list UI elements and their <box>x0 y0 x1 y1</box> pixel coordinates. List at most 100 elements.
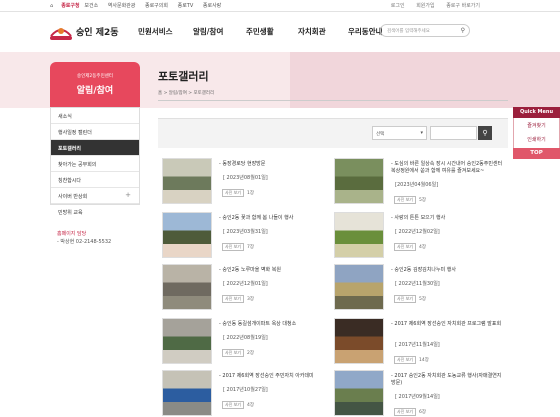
search-button[interactable]: ⚲ <box>478 126 492 140</box>
breadcrumb-current: 포토갤러리 <box>193 91 215 96</box>
view-photo-badge[interactable]: 사진 보기 <box>394 243 416 251</box>
view-photo-badge[interactable]: 사진 보기 <box>394 295 416 303</box>
photo-thumbnail[interactable] <box>162 264 212 310</box>
search-input[interactable]: 검색어를 입력해주세요 ⚲ <box>380 24 470 37</box>
gnb-item-0[interactable]: 민원서비스 <box>138 26 173 37</box>
util-link-1[interactable]: 보건소 <box>84 3 98 9</box>
util-link-4[interactable]: 종로TV <box>178 3 194 9</box>
gallery-date: [ 2023년08월01일] <box>223 175 268 181</box>
photo-count: 2장 <box>247 351 255 356</box>
bookmark-button[interactable]: 즐겨찾기 <box>513 121 560 132</box>
photo-thumbnail[interactable] <box>334 318 384 364</box>
photo-thumbnail[interactable] <box>334 264 384 310</box>
breadcrumb: 홈 > 알림/참여 > 포토갤러리 <box>158 91 215 96</box>
view-photo-badge[interactable]: 사진 보기 <box>222 295 244 303</box>
photo-thumbnail[interactable] <box>162 318 212 364</box>
sidebar-item-label: 찾아가는 공무회의 <box>58 162 97 168</box>
gallery-item[interactable]: - 동장경로당 현장방문 [ 2023년08월01일] 사진 보기 1장 <box>162 158 334 213</box>
gallery-title[interactable]: - 숭인2동 김장김치나누미 행사 <box>391 267 505 274</box>
gallery-item[interactable]: - 숭인2동 노루마을 벽화 복원 [ 2022년12월01일] 사진 보기 3장 <box>162 264 334 319</box>
keyword-input[interactable] <box>430 126 477 140</box>
gallery-title[interactable]: - 2017 제6회역 장선숭인 주민자치 아카데미 <box>219 373 333 380</box>
gallery-count: 사진 보기 4장 <box>222 401 254 409</box>
view-photo-badge[interactable]: 사진 보기 <box>222 349 244 357</box>
gnb-item-2[interactable]: 주민생활 <box>246 26 274 37</box>
sidebar-item-photo-gallery[interactable]: 포토갤러리 <box>51 140 139 156</box>
sidebar-header: 숭인제2동주민센터 알림/참여 <box>50 62 140 107</box>
view-photo-badge[interactable]: 사진 보기 <box>222 189 244 197</box>
chevron-down-icon: ▾ <box>420 130 423 136</box>
photo-thumbnail[interactable] <box>162 370 212 416</box>
gallery-title[interactable]: - 숭인2동 노루마을 벽화 복원 <box>219 267 333 274</box>
photo-thumbnail[interactable] <box>334 370 384 416</box>
photo-thumbnail[interactable] <box>162 212 212 258</box>
gallery-item[interactable]: - 2017 제6회역 장선숭인 주민자치 아카데미 [ 2017년10월27일]… <box>162 370 334 417</box>
gallery-date: [ 2017년11월14일] <box>395 342 440 348</box>
breadcrumb-home[interactable]: 홈 <box>158 91 162 96</box>
util-link-3[interactable]: 종로구의회 <box>145 3 168 9</box>
gallery-item[interactable]: - 도심의 바른 일상속 장시 시간내어 숭인2동주민센터 복상정원에서 쏟과 … <box>334 158 506 213</box>
sidebar-item-news[interactable]: 새소식 <box>51 108 139 124</box>
gallery-title[interactable]: - 동장경로당 현장방문 <box>219 161 333 168</box>
gallery-title[interactable]: - 사랑의 튼튼 모으기 행사 <box>391 215 505 222</box>
sidebar-subtitle: 숭인제2동주민센터 <box>77 74 113 79</box>
gallery-item[interactable]: - 숭인2동 꽃과 함께 봄 나들이 행사 [ 2023년03월31일] 사진 보기… <box>162 212 334 267</box>
view-photo-badge[interactable]: 사진 보기 <box>394 408 416 416</box>
gnb-item-3[interactable]: 자치회관 <box>298 26 326 37</box>
login-link[interactable]: 로그인 <box>391 3 405 9</box>
gallery-item[interactable]: - 사랑의 튼튼 모으기 행사 [ 2022년12월02일] 사진 보기 4장 <box>334 212 506 267</box>
photo-thumbnail[interactable] <box>162 158 212 204</box>
print-button[interactable]: 인쇄하기 <box>513 135 560 146</box>
gnb-item-1[interactable]: 알림/참여 <box>193 26 223 37</box>
photo-count: 1장 <box>247 191 255 196</box>
gallery-title[interactable]: - 숭인2동 꽃과 함께 봄 나들이 행사 <box>219 215 333 222</box>
plus-icon[interactable]: + <box>125 191 131 199</box>
photo-thumbnail[interactable] <box>334 158 384 204</box>
gallery-count: 사진 보기 5장 <box>394 196 426 204</box>
sidebar-item-label: 사이버 반상회 <box>58 194 88 200</box>
gallery-date: [ 2017년09월14일] <box>395 394 440 400</box>
contact-label: 홈페이지 담당 <box>57 231 87 237</box>
sidebar-item-praise[interactable]: 칭찬합시다 <box>51 172 139 188</box>
utility-right: 로그인 회원가입 종로구 바로가기 <box>381 2 480 9</box>
gallery-title[interactable]: - 숭인동 동길섬개이파트 옥상 대청소 <box>219 321 333 328</box>
gallery-title[interactable]: - 2017 제6회역 장선숭인 자치회관 프로그램 발표회 <box>391 321 505 328</box>
gallery-count: 사진 보기 5장 <box>394 295 426 303</box>
top-button[interactable]: TOP <box>513 148 560 159</box>
view-photo-badge[interactable]: 사진 보기 <box>394 356 416 364</box>
breadcrumb-section[interactable]: 알림/참여 <box>169 91 187 96</box>
sidebar-item-label: 칭찬합시다 <box>58 178 82 184</box>
home-icon[interactable]: ⌂ <box>50 3 53 9</box>
util-link-2[interactable]: 역사문화관광 <box>108 3 136 9</box>
view-photo-badge[interactable]: 사진 보기 <box>394 196 416 204</box>
sidebar-item-label: 새소식 <box>58 114 72 120</box>
jongno-link[interactable]: 종로구 바로가기 <box>446 3 480 9</box>
photo-thumbnail[interactable] <box>334 212 384 258</box>
gallery-item[interactable]: - 2017 숭인2동 자치회관 도농교류 행사(자매결연지 방문) [ 2017… <box>334 370 506 417</box>
sidebar-item-label: 행사일정 캘린더 <box>58 130 92 136</box>
gallery-title[interactable]: - 2017 숭인2동 자치회관 도농교류 행사(자매결연지 방문) <box>391 373 505 387</box>
view-photo-badge[interactable]: 사진 보기 <box>222 401 244 409</box>
util-link-5[interactable]: 종로사랑 <box>203 3 221 9</box>
search-select[interactable]: 선택 ▾ <box>372 126 427 140</box>
join-link[interactable]: 회원가입 <box>416 3 434 9</box>
gallery-item[interactable]: - 2017 제6회역 장선숭인 자치회관 프로그램 발표회 [ 2017년11월… <box>334 318 506 373</box>
logo-icon[interactable] <box>48 22 74 44</box>
search-icon[interactable]: ⚲ <box>461 27 465 34</box>
util-link-0[interactable]: 종로구청 <box>61 3 79 9</box>
gallery-count: 사진 보기 3장 <box>222 295 254 303</box>
gnb-item-4[interactable]: 우리동안내 <box>348 26 383 37</box>
gallery-title[interactable]: - 도심의 바른 일상속 장시 시간내어 숭인2동주민센터 복상정원에서 쏟과 … <box>391 161 505 175</box>
gallery-date: [ 2022년08월19일] <box>223 335 268 341</box>
gallery-item[interactable]: - 숭인2동 김장김치나누미 행사 [ 2022년11월30일] 사진 보기 5장 <box>334 264 506 319</box>
sidebar-item-calendar[interactable]: 행사일정 캘린더 <box>51 124 139 140</box>
site-name[interactable]: 숭인 제2동 <box>76 25 119 38</box>
gallery-date: [ 2022년11월30일] <box>395 281 440 287</box>
view-photo-badge[interactable]: 사진 보기 <box>222 243 244 251</box>
gallery-count: 사진 보기 7장 <box>222 243 254 251</box>
sidebar-item-cyber[interactable]: 사이버 반상회 + <box>51 188 139 204</box>
gallery-item[interactable]: - 숭인동 동길섬개이파트 옥상 대청소 [ 2022년08월19일] 사진 보기 2… <box>162 318 334 373</box>
sidebar-item-civil-defense[interactable]: 민방위 교육 <box>51 204 139 220</box>
sidebar-item-meeting[interactable]: 찾아가는 공무회의 <box>51 156 139 172</box>
gallery-count: 사진 보기 1장 <box>222 189 254 197</box>
